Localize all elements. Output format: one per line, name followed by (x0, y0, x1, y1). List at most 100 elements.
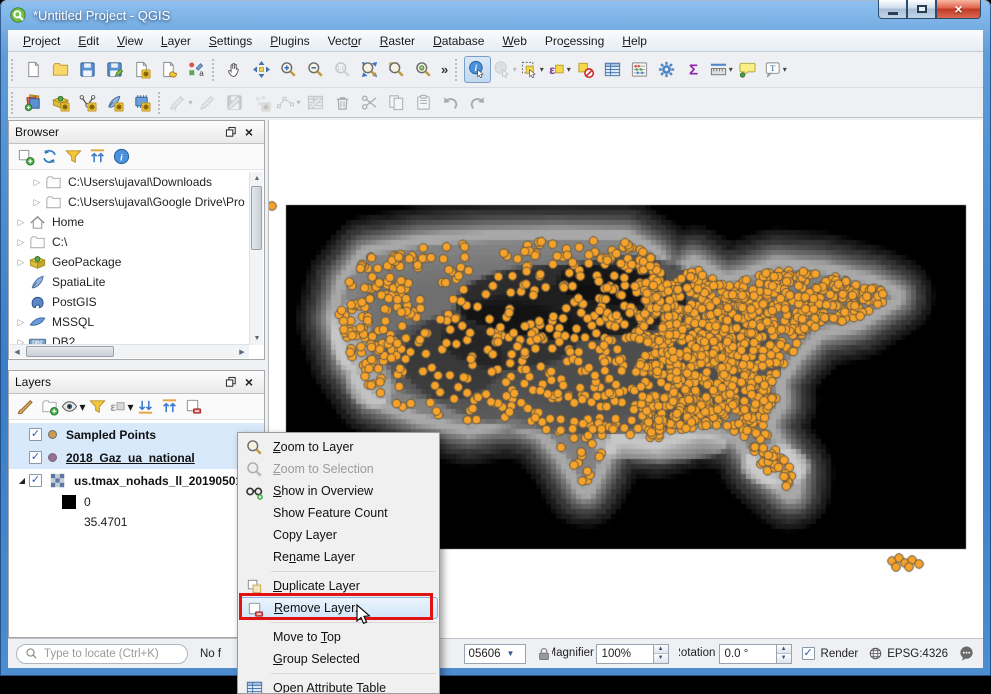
deselect-all-button[interactable] (572, 56, 599, 83)
toolbar-overflow-icon[interactable]: » (437, 62, 452, 77)
browser-close-button[interactable]: × (240, 124, 258, 140)
collapse-all-button[interactable] (157, 395, 181, 419)
menu-settings[interactable]: Settings (200, 31, 261, 51)
crs-globe-icon[interactable] (868, 646, 883, 661)
expander-icon[interactable]: ▷ (14, 237, 28, 248)
zoom-to-selection-button[interactable] (383, 56, 410, 83)
browser-item-mssql[interactable]: ▷MSSQL (10, 312, 249, 332)
filter-browser-button[interactable] (61, 145, 85, 169)
add-group-button[interactable] (37, 395, 61, 419)
spin-down-icon[interactable]: ▼ (654, 654, 668, 663)
pan-map-button[interactable] (221, 56, 248, 83)
styling-panel-button[interactable] (13, 395, 37, 419)
open-project-button[interactable] (47, 56, 74, 83)
browser-float-button[interactable] (222, 124, 240, 140)
menu-plugins[interactable]: Plugins (261, 31, 318, 51)
toolbar-grip[interactable] (11, 59, 16, 81)
menu-item-zoom-to-layer[interactable]: Zoom to Layer (239, 436, 438, 458)
scroll-right-icon[interactable]: ▶ (235, 345, 249, 359)
menu-item-copy-layer[interactable]: Copy Layer (239, 524, 438, 546)
processing-toolbox-button[interactable] (653, 56, 680, 83)
properties-button[interactable]: i (109, 145, 133, 169)
layer-item-3[interactable]: ◢✓us.tmax_nohads_ll_20190501_ (9, 469, 264, 492)
toolbar-grip[interactable] (212, 59, 217, 81)
menu-item-move-to-top[interactable]: Move to Top (239, 626, 438, 648)
scale-combobox[interactable]: 05606 ▼ (464, 644, 526, 664)
locator-search-input[interactable]: Type to locate (Ctrl+K) (16, 644, 188, 664)
save-project-button[interactable] (74, 56, 101, 83)
menu-layer[interactable]: Layer (152, 31, 200, 51)
menu-vector[interactable]: Vector (319, 31, 371, 51)
lock-scale-icon[interactable] (536, 646, 552, 662)
dropdown-arrow-icon[interactable]: ▾ (567, 65, 571, 74)
new-virtual-layer-button[interactable] (128, 89, 155, 116)
add-selected-layer-button[interactable] (13, 145, 37, 169)
toolbar-grip[interactable] (455, 59, 460, 81)
zoom-to-layer-button[interactable] (410, 56, 437, 83)
menu-processing[interactable]: Processing (536, 31, 613, 51)
menu-web[interactable]: Web (493, 31, 535, 51)
layers-close-button[interactable]: × (240, 374, 258, 390)
layer-visibility-checkbox[interactable]: ✓ (29, 428, 42, 441)
expander-icon[interactable]: ▷ (14, 257, 28, 268)
browser-hscroll-thumb[interactable] (26, 346, 114, 357)
zoom-out-button[interactable] (302, 56, 329, 83)
zoom-full-button[interactable] (356, 56, 383, 83)
save-project-as-button[interactable] (101, 56, 128, 83)
style-manager-button[interactable]: a (182, 56, 209, 83)
browser-item-c-users-ujaval-google-drive-pro[interactable]: ▷C:\Users\ujaval\Google Drive\Pro (10, 192, 249, 212)
magnifier-spinbox[interactable]: 100% ▲▼ (596, 644, 669, 664)
spin-up-icon[interactable]: ▲ (654, 645, 668, 655)
expander-icon[interactable]: ▷ (14, 217, 28, 228)
browser-vscroll-thumb[interactable] (251, 186, 262, 250)
browser-item-home[interactable]: ▷Home (10, 212, 249, 232)
dropdown-arrow-icon[interactable]: ▾ (540, 65, 544, 74)
filter-legend-button[interactable] (85, 395, 109, 419)
identify-features-button[interactable]: i (464, 56, 491, 83)
layer-item-1[interactable]: ✓Sampled Points (9, 423, 264, 446)
menu-item-show-in-overview[interactable]: Show in Overview (239, 480, 438, 502)
menu-item-show-feature-count[interactable]: Show Feature Count (239, 502, 438, 524)
browser-vertical-scrollbar[interactable]: ▲ ▼ (249, 172, 263, 345)
titlebar[interactable]: *Untitled Project - QGIS × (0, 0, 991, 30)
expand-triangle-icon[interactable]: ◢ (15, 476, 29, 485)
new-shapefile-button[interactable] (74, 89, 101, 116)
dropdown-arrow-icon[interactable]: ▾ (188, 98, 192, 107)
messages-icon[interactable] (958, 645, 975, 662)
dropdown-arrow-icon[interactable]: ▾ (783, 65, 787, 74)
dropdown-arrow-icon[interactable]: ▾ (513, 65, 517, 74)
render-checkbox[interactable]: ✓ (802, 647, 815, 660)
menu-view[interactable]: View (108, 31, 152, 51)
expander-icon[interactable]: ▷ (30, 177, 44, 188)
text-annotation-button[interactable]: T▾ (761, 56, 788, 83)
menu-item-open-attribute-table[interactable]: Open Attribute Table (239, 677, 438, 694)
new-spatialite-layer-button[interactable] (101, 89, 128, 116)
scroll-up-icon[interactable]: ▲ (250, 172, 264, 185)
toolbar-grip[interactable] (158, 92, 163, 114)
new-print-layout-button[interactable] (128, 56, 155, 83)
layer-visibility-checkbox[interactable]: ✓ (29, 451, 42, 464)
menu-database[interactable]: Database (424, 31, 493, 51)
menu-item-remove-layer[interactable]: Remove Layer... (239, 597, 438, 619)
map-tips-button[interactable] (734, 56, 761, 83)
open-attribute-table-button[interactable] (599, 56, 626, 83)
browser-item-spatialite[interactable]: SpatiaLite (10, 272, 249, 292)
scroll-down-icon[interactable]: ▼ (250, 332, 264, 345)
spin-down-icon[interactable]: ▼ (777, 654, 791, 663)
remove-layer-group-button[interactable] (181, 395, 205, 419)
filter-by-expression-button[interactable]: ε▾ (109, 395, 133, 419)
layer-visibility-checkbox[interactable]: ✓ (29, 474, 42, 487)
toolbar-grip[interactable] (11, 92, 16, 114)
maximize-button[interactable] (907, 0, 936, 19)
scroll-left-icon[interactable]: ◀ (10, 345, 24, 359)
browser-horizontal-scrollbar[interactable]: ◀ ▶ (10, 344, 249, 358)
new-geopackage-button[interactable] (47, 89, 74, 116)
expander-icon[interactable]: ▷ (30, 197, 44, 208)
menu-item-rename-layer[interactable]: Rename Layer (239, 546, 438, 568)
minimize-button[interactable] (878, 0, 907, 19)
select-by-expression-button[interactable]: ε▾ (545, 56, 572, 83)
browser-item-c-users-ujaval-downloads[interactable]: ▷C:\Users\ujaval\Downloads (10, 172, 249, 192)
browser-item-geopackage[interactable]: ▷GeoPackage (10, 252, 249, 272)
crs-status[interactable]: EPSG:4326 (887, 648, 948, 660)
menu-item-duplicate-layer[interactable]: Duplicate Layer (239, 575, 438, 597)
